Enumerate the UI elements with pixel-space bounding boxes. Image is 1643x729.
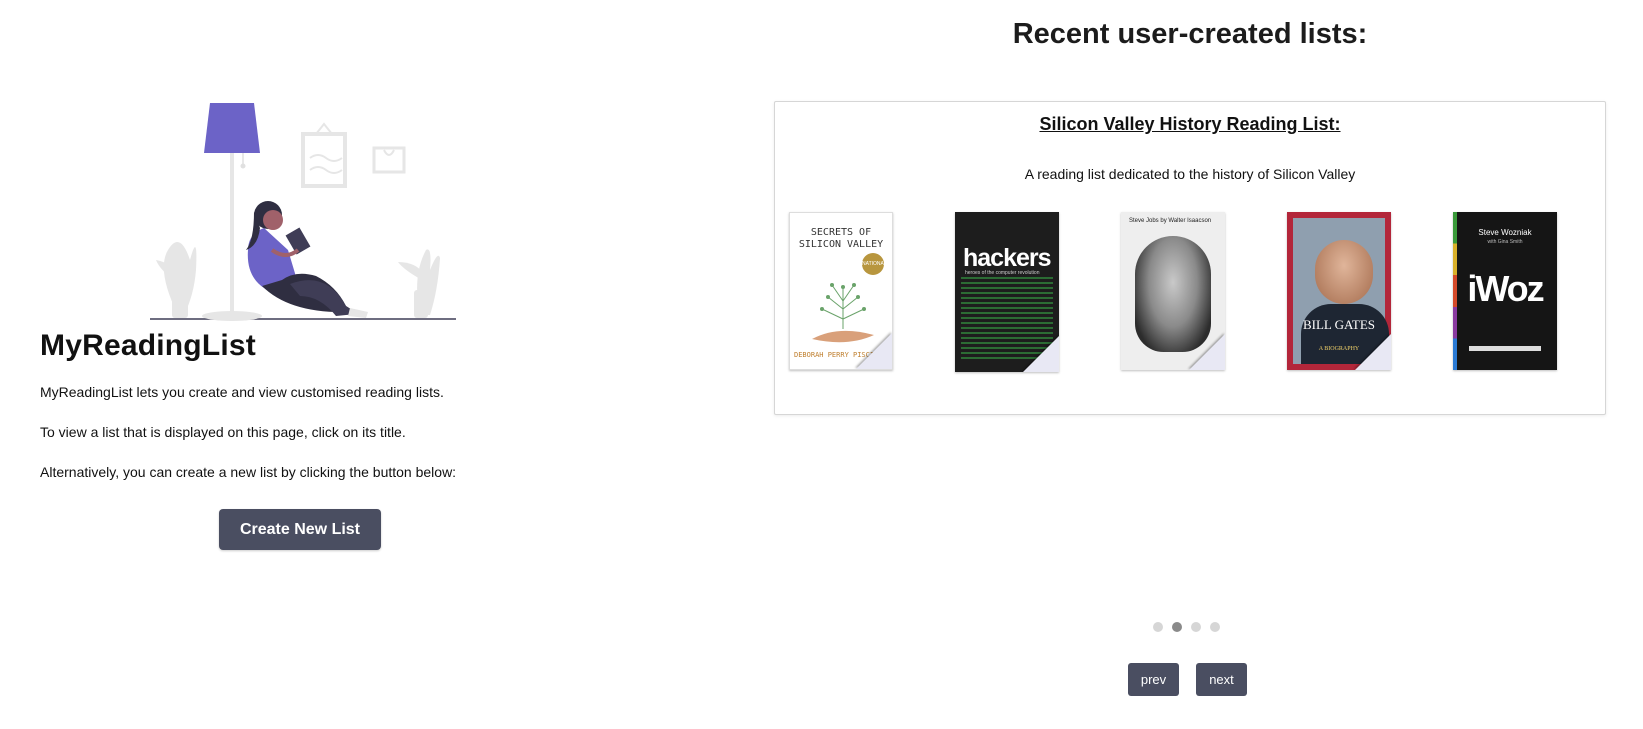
cover-bar <box>1469 346 1541 351</box>
reading-woman-illustration <box>150 103 456 321</box>
carousel-dot-2[interactable] <box>1172 622 1182 632</box>
book-cover-secrets-of-silicon-valley[interactable]: SECRETS OF SILICON VALLEY NATIONAL BESTS… <box>789 212 893 370</box>
carousel-dot-3[interactable] <box>1191 622 1201 632</box>
book-cover-title: SECRETS OF SILICON VALLEY <box>798 227 884 250</box>
create-new-list-button[interactable]: Create New List <box>219 509 381 550</box>
book-author: Steve Wozniak <box>1478 228 1532 237</box>
recent-lists-heading: Recent user-created lists: <box>1012 18 1368 50</box>
book-cover-steve-jobs[interactable]: Steve Jobs by Walter Isaacson <box>1121 212 1225 370</box>
portrait-photo <box>1315 240 1373 304</box>
page-curl-icon <box>1189 334 1225 370</box>
page-curl-icon <box>1023 336 1059 372</box>
carousel-dot-4[interactable] <box>1210 622 1220 632</box>
page-curl-icon <box>856 333 892 369</box>
view-hint-text: To view a list that is displayed on this… <box>40 424 406 440</box>
book-coauthor: with Gina Smith <box>1487 239 1523 245</box>
intro-panel: MyReadingList MyReadingList lets you cre… <box>0 0 760 729</box>
book-cover-title: Steve Jobs by Walter Isaacson <box>1129 218 1212 224</box>
intro-text: MyReadingList lets you create and view c… <box>40 384 444 400</box>
book-cover-title: BILL GATES <box>1302 317 1376 332</box>
book-cover-hackers[interactable]: hackers heroes of the computer revolutio… <box>955 212 1059 372</box>
book-subtitle: heroes of the computer revolution <box>965 270 1040 276</box>
list-description: A reading list dedicated to the history … <box>1024 166 1356 182</box>
next-button[interactable]: next <box>1196 663 1247 696</box>
book-covers-row: SECRETS OF SILICON VALLEY NATIONAL BESTS… <box>789 212 1589 372</box>
book-cover-title: iWoz <box>1467 268 1544 309</box>
book-cover-title: hackers <box>963 244 1052 272</box>
list-title-link[interactable]: Silicon Valley History Reading List: <box>775 114 1605 135</box>
book-cover-iwoz[interactable]: Steve Wozniak with Gina Smith iWoz <box>1453 212 1557 370</box>
create-hint-text: Alternatively, you can create a new list… <box>40 464 457 480</box>
prev-button[interactable]: prev <box>1128 663 1179 696</box>
app-title: MyReadingList <box>40 329 256 362</box>
page-curl-icon <box>1355 334 1391 370</box>
carousel-dot-1[interactable] <box>1153 622 1163 632</box>
reading-list-card: Silicon Valley History Reading List: A r… <box>774 101 1606 415</box>
book-cover-bill-gates[interactable]: BILL GATES A BIOGRAPHY <box>1287 212 1391 370</box>
